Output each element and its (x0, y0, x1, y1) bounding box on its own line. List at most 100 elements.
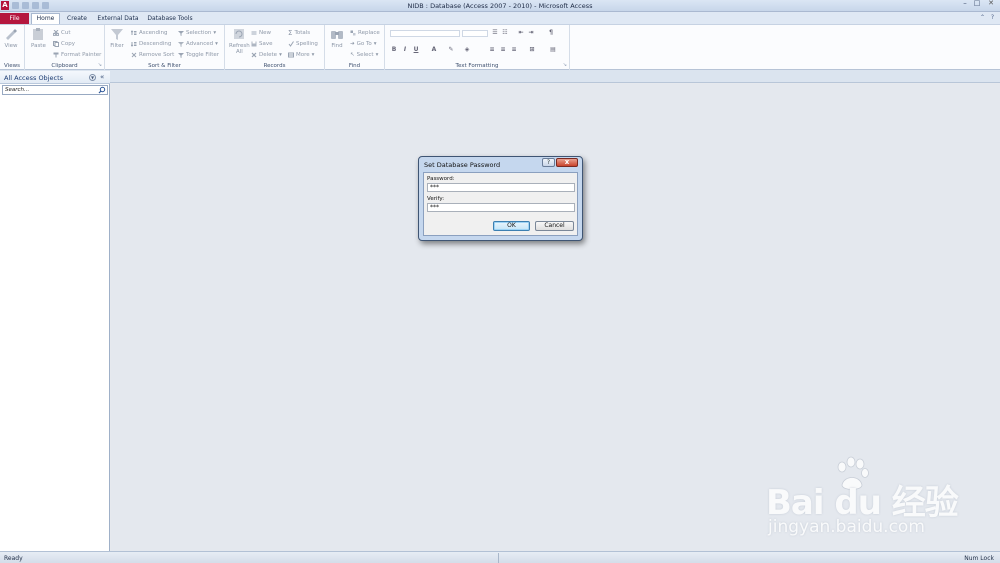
verify-field[interactable]: *** (427, 203, 575, 212)
chevron-down-icon: ▾ (215, 40, 218, 47)
group-label-views: Views (4, 63, 20, 69)
cancel-button[interactable]: Cancel (535, 221, 574, 231)
arrow-right-icon: ➜ (350, 40, 355, 47)
navigation-pane: All Access Objects ▼ « Search... (0, 71, 110, 551)
toggle-filter-button[interactable]: Toggle Filter (178, 50, 219, 59)
font-name-combo[interactable] (390, 30, 460, 37)
minimize-ribbon-icon[interactable]: ⌃ (979, 14, 986, 21)
group-label-text-formatting: Text Formatting (455, 63, 499, 69)
spelling-icon (288, 40, 294, 47)
maximize-icon[interactable]: □ (972, 0, 982, 8)
decrease-indent-icon[interactable]: ⇤ (517, 29, 525, 37)
chevron-down-icon: ▾ (375, 51, 379, 58)
gridlines-icon[interactable]: ⊞ (528, 46, 536, 54)
group-label-find: Find (348, 63, 361, 69)
tab-external-data[interactable]: External Data (95, 13, 141, 24)
group-text-formatting: ☰ ☷ ⇤ ⇥ ¶ B I U A ✎ ◈ ≡ ≡ ≡ ⊞ ▤ Text For… (385, 25, 570, 70)
save-icon (251, 41, 257, 46)
remove-sort-button[interactable]: Remove Sort (131, 50, 174, 59)
advanced-filter-icon (178, 41, 184, 47)
paragraph-icon[interactable]: ¶ (547, 29, 555, 37)
advanced-button[interactable]: Advanced ▾ (178, 39, 218, 48)
tab-create[interactable]: Create (62, 13, 92, 24)
more-button[interactable]: More ▾ (288, 50, 314, 59)
window-title: NIDB : Database (Access 2007 - 2010) - M… (407, 2, 593, 10)
sort-ascending-icon (131, 29, 137, 35)
nav-pane-header[interactable]: All Access Objects ▼ « (0, 71, 110, 84)
verify-label: Verify: (427, 196, 445, 202)
refresh-all-button[interactable]: Refresh All (229, 27, 250, 55)
align-center-icon[interactable]: ≡ (499, 46, 507, 54)
baidu-watermark: Bai du 经验 jingyan.baidu.com (760, 455, 960, 545)
bullets-icon[interactable]: ☰ (491, 29, 499, 37)
paste-button[interactable]: Paste (31, 27, 46, 49)
close-window-icon[interactable]: ✕ (984, 0, 998, 8)
alternate-row-color-icon[interactable]: ▤ (549, 46, 557, 54)
dialog-help-button[interactable]: ? (542, 158, 555, 167)
copy-icon (53, 40, 59, 47)
filter-button[interactable]: Filter (110, 27, 124, 49)
cut-icon (53, 29, 59, 36)
font-size-combo[interactable] (462, 30, 488, 37)
tab-file[interactable]: File (0, 13, 29, 24)
set-database-password-dialog: Set Database Password ? x Password: *** … (418, 156, 583, 241)
new-record-button[interactable]: New (251, 28, 271, 37)
minimize-icon[interactable]: – (960, 0, 970, 8)
font-color-button[interactable]: A (430, 46, 438, 54)
text-formatting-launcher-icon[interactable]: ↘ (563, 62, 567, 68)
background-color-icon[interactable]: ◈ (463, 46, 471, 54)
format-painter-icon (53, 52, 59, 57)
status-text: Ready (4, 555, 23, 562)
ok-button[interactable]: OK (493, 221, 530, 231)
highlight-icon[interactable]: ✎ (447, 46, 455, 54)
view-button[interactable]: View (4, 27, 18, 49)
password-field[interactable]: *** (427, 183, 575, 192)
clipboard-launcher-icon[interactable]: ↘ (98, 62, 102, 68)
italic-button[interactable]: I (401, 46, 409, 54)
group-label-records: Records (263, 63, 286, 69)
ribbon-tabs: File Home Create External Data Database … (0, 12, 1000, 24)
tab-database-tools[interactable]: Database Tools (145, 13, 195, 24)
totals-button[interactable]: Σ Totals (288, 28, 310, 37)
nav-search-box[interactable]: Search... (2, 85, 108, 95)
dialog-close-button[interactable]: x (556, 158, 578, 167)
num-lock-indicator: Num Lock (964, 555, 994, 562)
search-icon[interactable] (98, 86, 106, 94)
collapse-pane-icon[interactable]: « (100, 73, 104, 81)
selection-button[interactable]: Selection ▾ (178, 28, 216, 37)
more-icon (288, 52, 294, 57)
delete-record-button[interactable]: Delete ▾ (251, 50, 282, 59)
underline-button[interactable]: U (412, 46, 420, 54)
goto-button[interactable]: ➜ Go To ▾ (350, 39, 377, 48)
new-record-icon (251, 30, 257, 35)
numbering-icon[interactable]: ☷ (501, 29, 509, 37)
bold-button[interactable]: B (390, 46, 398, 54)
format-painter-button[interactable]: Format Painter (53, 50, 101, 59)
save-record-button[interactable]: Save (251, 39, 273, 48)
help-icon[interactable]: ? (989, 14, 996, 21)
descending-button[interactable]: Descending (131, 39, 171, 48)
nav-dropdown-icon[interactable]: ▼ (89, 74, 96, 81)
increase-indent-icon[interactable]: ⇥ (527, 29, 535, 37)
find-button[interactable]: Find (330, 27, 344, 49)
copy-button[interactable]: Copy (53, 39, 75, 48)
tabs-right-controls: ⌃ ? (979, 14, 996, 21)
chevron-down-icon: ▾ (373, 40, 377, 47)
align-left-icon[interactable]: ≡ (488, 46, 496, 54)
chevron-down-icon: ▾ (213, 29, 217, 36)
replace-button[interactable]: Replace (350, 28, 380, 37)
nav-search-input[interactable]: Search... (5, 87, 29, 93)
window-controls: – □ ✕ (960, 0, 998, 8)
ascending-button[interactable]: Ascending (131, 28, 168, 37)
chevron-down-icon: ▾ (311, 51, 315, 58)
select-button[interactable]: ↖ Select ▾ (350, 50, 378, 59)
group-records: Refresh All New Save Delete ▾ Σ Totals Sp… (225, 25, 325, 70)
spelling-button[interactable]: Spelling (288, 39, 318, 48)
align-right-icon[interactable]: ≡ (510, 46, 518, 54)
cut-button[interactable]: Cut (53, 28, 70, 37)
paste-icon (33, 28, 44, 40)
nav-pane-title[interactable]: All Access Objects (4, 74, 63, 82)
group-label-sort-filter: Sort & Filter (148, 63, 181, 69)
selection-filter-icon (178, 30, 184, 36)
tab-home[interactable]: Home (31, 13, 60, 24)
